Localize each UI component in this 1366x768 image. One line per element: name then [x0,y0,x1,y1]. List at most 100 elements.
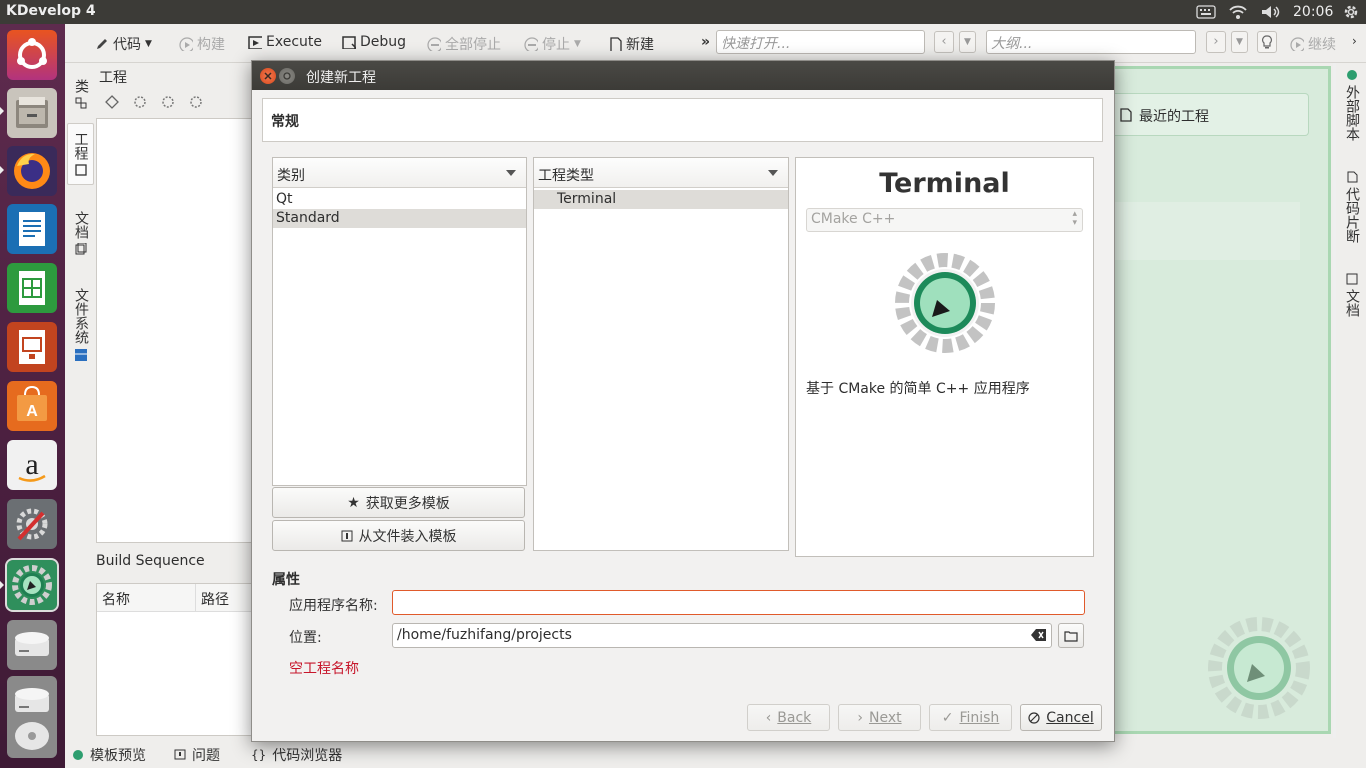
load-template-button[interactable]: 从文件装入模板 [272,520,525,551]
build-label: 构建 [197,37,225,53]
close-icon[interactable] [260,68,276,84]
tab-classes-label: 类 [73,79,89,93]
snippet-icon [1346,171,1358,183]
firefox-icon[interactable] [7,146,57,196]
toolbar-overflow-button[interactable]: » [701,34,710,50]
category-combo[interactable]: 类别 [273,158,526,188]
build-sequence-table[interactable]: 名称 路径 [96,583,254,736]
tab-documentation[interactable]: 文档 [1340,273,1364,317]
code-menu-button[interactable]: 代码 ▼ [95,34,152,54]
project-type-list[interactable]: 工程类型 Terminal [533,157,789,551]
template-preview-pane: Terminal CMake C++ ▴ ▾ 基于 CMake 的简单 C++ 应… [795,157,1094,557]
bulb-icon[interactable] [1257,31,1277,53]
execute-button[interactable]: Execute [248,34,322,50]
recent-project-row[interactable] [1113,232,1300,260]
continue-button[interactable]: 继续 [1290,34,1336,54]
clear-icon[interactable] [1031,628,1047,642]
amazon-icon[interactable]: a [7,440,57,490]
svg-text:A: A [26,403,38,420]
new-file-icon [608,37,622,51]
debug-button[interactable]: Debug [342,34,406,50]
project-tool-icon[interactable] [105,95,119,109]
get-more-templates-label: 获取更多模板 [365,495,450,512]
forward-nav-button[interactable]: › [1206,31,1226,53]
get-more-templates-button[interactable]: ★ 获取更多模板 [272,487,525,518]
project-type-combo[interactable]: 工程类型 [534,158,788,188]
tab-filesystem-label: 文件系统 [73,288,89,344]
app-name-input[interactable] [392,590,1085,615]
tab-documents[interactable]: 文档 [69,211,93,255]
template-preview-label: 模板预览 [90,748,146,764]
settings-icon[interactable] [133,95,147,109]
code-browser-label: 代码浏览器 [272,748,343,764]
dropdown-arrow-icon: ▼ [574,39,581,49]
disk-icon[interactable] [7,714,57,758]
toolbar-overflow-right[interactable]: › [1352,34,1357,48]
software-center-icon[interactable]: A [7,381,57,431]
browse-folder-button[interactable] [1058,623,1084,648]
volume-icon[interactable] [1260,4,1282,20]
play-circle-icon [1290,37,1304,51]
code-label: 代码 [113,37,141,53]
script-icon [1346,69,1358,81]
category-list[interactable]: 类别 Qt Standard [272,157,527,486]
tab-snippets[interactable]: 代码片断 [1340,171,1364,243]
recent-project-row[interactable] [1113,202,1300,232]
stop-button[interactable]: 停止 ▼ [524,34,581,54]
settings-icon[interactable] [189,95,203,109]
new-button[interactable]: 新建 [608,34,654,54]
tab-documentation-label: 文档 [1344,289,1360,317]
project-tree[interactable] [96,118,254,543]
project-type-combo-label: 工程类型 [538,168,594,184]
recent-projects-button[interactable]: 最近的工程 [1113,93,1309,136]
stop-circle-icon [427,37,441,51]
calc-icon[interactable] [7,263,57,313]
stop-all-button[interactable]: 全部停止 [427,34,501,54]
classes-icon [75,97,87,109]
wifi-icon[interactable] [1228,4,1248,20]
next-button[interactable]: › Next [838,704,921,731]
location-input[interactable]: /home/fuzhifang/projects [392,623,1052,648]
build-sequence-title: Build Sequence [96,553,205,569]
execute-icon [248,35,262,49]
column-header-name[interactable]: 名称 [102,589,130,609]
quick-open-input[interactable]: 快速打开... [716,30,925,54]
back-nav-button[interactable]: ‹ [934,31,954,53]
list-item-selected[interactable]: Standard [273,209,526,228]
left-dock-tabs: 类 工程 文档 文件系统 [65,63,95,738]
gear-icon[interactable] [1342,3,1360,21]
system-settings-icon[interactable] [7,499,57,549]
tab-projects[interactable]: 工程 [67,123,94,185]
clock[interactable]: 20:06 [1293,4,1333,20]
outline-input[interactable]: 大纲... [986,30,1196,54]
kdevelop-launcher-icon[interactable] [5,558,59,612]
forward-dropdown-button[interactable]: ▼ [1231,31,1248,53]
problems-tab[interactable]: 问题 [174,745,220,765]
build-button[interactable]: 构建 [179,34,225,54]
writer-icon[interactable] [7,204,57,254]
section-header: 常规 [262,98,1103,142]
files-icon[interactable] [7,88,57,138]
cancel-button[interactable]: Cancel [1020,704,1102,731]
template-preview-tab[interactable]: 模板预览 [72,745,146,765]
disk-icon[interactable] [7,620,57,670]
back-button[interactable]: ‹ Back [747,704,830,731]
tab-filesystem[interactable]: 文件系统 [69,288,93,362]
settings-icon[interactable] [161,95,175,109]
keyboard-icon[interactable] [1196,5,1216,19]
stop-label: 停止 [542,37,570,53]
impress-icon[interactable] [7,322,57,372]
finish-button[interactable]: ✓ Finish [929,704,1012,731]
code-browser-tab[interactable]: {} 代码浏览器 [251,745,342,765]
minimize-icon[interactable] [279,68,295,84]
doc-icon [1346,273,1358,285]
column-header-path[interactable]: 路径 [201,589,229,609]
ubuntu-dash-icon[interactable] [7,30,57,80]
tab-external-scripts[interactable]: 外部脚本 [1340,69,1364,141]
list-item[interactable]: Qt [273,190,526,209]
nav-dropdown-button[interactable]: ▼ [959,31,976,53]
tab-classes[interactable]: 类 [69,79,93,109]
tab-documents-label: 文档 [73,211,89,239]
list-item-selected[interactable]: Terminal [534,190,788,209]
preview-title: Terminal [879,168,1010,199]
